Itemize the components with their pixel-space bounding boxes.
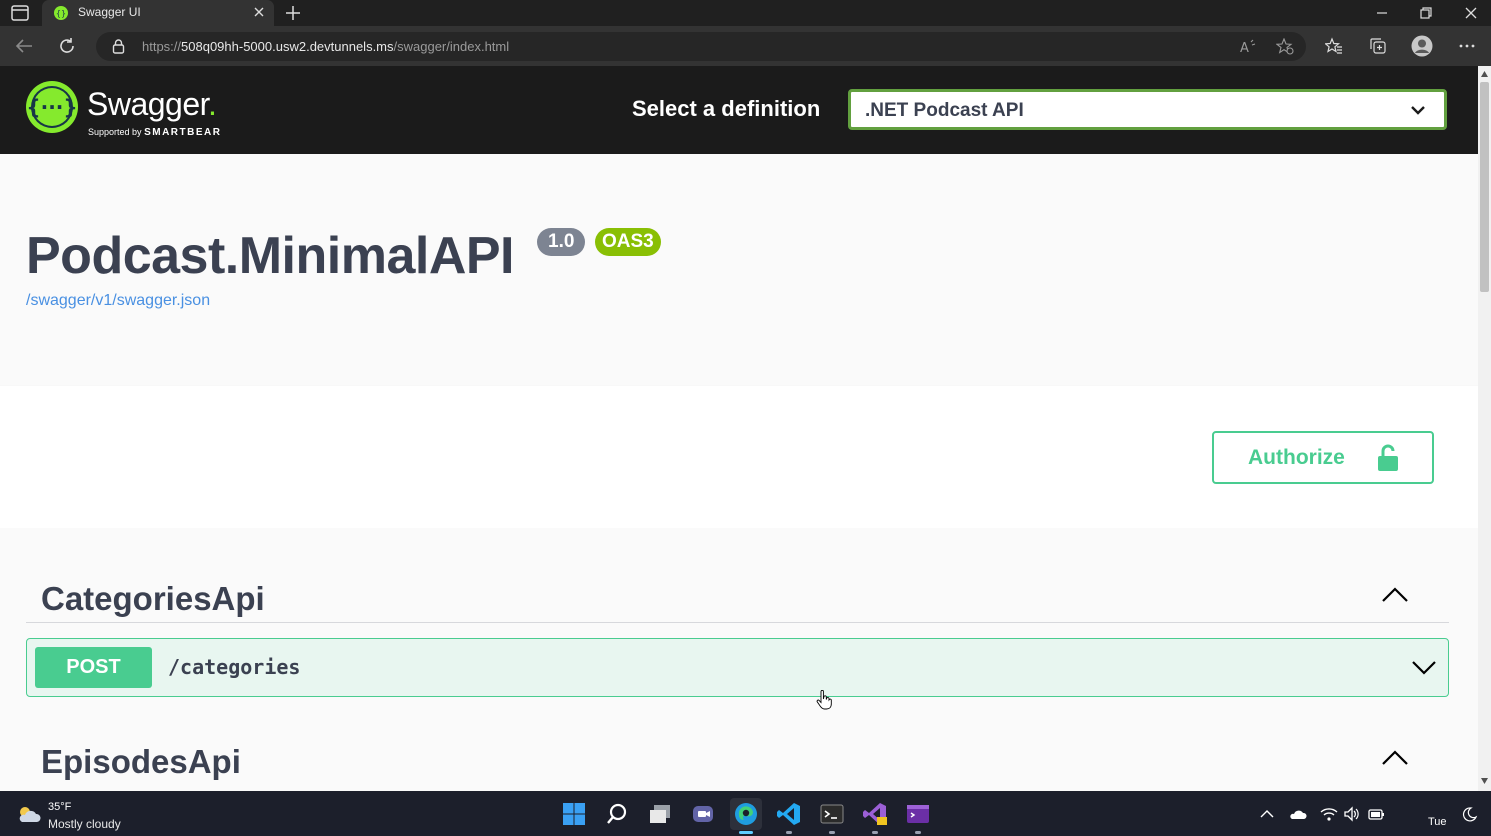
collections-icon[interactable] [1369,37,1387,55]
oas-badge: OAS3 [595,228,661,256]
svg-text:{···}: {···} [26,95,77,119]
hand-cursor-icon [816,690,832,710]
terminal-icon[interactable] [818,800,846,828]
swagger-topbar: {···} Swagger. Supported by SMARTBEAR Se… [0,66,1478,154]
read-aloud-icon[interactable]: A [1239,38,1257,55]
onedrive-cloud-icon[interactable] [1289,806,1307,822]
definition-select[interactable]: .NET Podcast API [848,89,1447,130]
app-running-indicator [872,831,878,834]
tab-title: Swagger UI [78,5,141,19]
unlocked-icon [1378,444,1398,471]
windows-taskbar: 35°F Mostly cloudy Tue [0,791,1491,836]
app-running-indicator [829,831,835,834]
chevron-up-icon[interactable] [1381,749,1409,767]
reload-icon[interactable] [58,37,76,55]
taskbar-clock-day[interactable]: Tue [1428,816,1447,828]
tab-actions-icon[interactable] [10,4,30,22]
page-scrollbar[interactable] [1478,66,1491,791]
back-arrow-icon[interactable] [14,37,34,55]
authorize-label: Authorize [1248,446,1345,469]
wifi-icon[interactable] [1320,806,1338,822]
edge-icon [735,803,757,825]
tag-section-episodes[interactable]: EpisodesApi [26,731,1449,786]
chevron-up-icon[interactable] [1381,586,1409,604]
search-icon[interactable] [603,800,631,828]
favorites-icon[interactable] [1325,37,1343,55]
focus-moon-icon[interactable] [1460,806,1478,822]
method-badge: POST [35,647,152,688]
operations-section: CategoriesApi POST /categories EpisodesA… [0,528,1478,791]
battery-icon[interactable] [1367,806,1385,822]
tag-name: EpisodesApi [41,743,241,780]
profile-avatar-icon[interactable] [1411,35,1433,57]
tab-close-icon[interactable] [252,5,266,19]
scrollbar-thumb[interactable] [1480,82,1489,292]
supported-by-smartbear: Supported by SMARTBEAR [88,127,222,138]
tag-name: CategoriesApi [41,580,265,617]
version-badge: 1.0 [537,228,586,256]
tag-section-categories[interactable]: CategoriesApi [26,568,1449,623]
restore-icon[interactable] [1417,4,1435,22]
swagger-logo-icon[interactable]: {···} [26,81,78,133]
address-bar[interactable]: https://508q09hh-5000.usw2.devtunnels.ms… [96,32,1306,61]
edge-taskbar-button[interactable] [730,798,762,830]
more-menu-icon[interactable] [1458,37,1476,55]
definition-select-value: .NET Podcast API [865,100,1024,121]
select-definition-label: Select a definition [632,96,821,121]
add-favorite-icon[interactable] [1276,38,1294,55]
active-app-indicator [739,831,753,834]
browser-toolbar: https://508q09hh-5000.usw2.devtunnels.ms… [0,26,1491,66]
svg-text:A: A [1240,41,1249,55]
scroll-down-icon[interactable] [1481,778,1488,784]
scheme-container: Authorize [0,386,1478,528]
svg-text:{}: {} [56,9,66,18]
window-close-icon[interactable] [1462,4,1480,22]
weather-condition: Mostly cloudy [48,817,121,831]
chevron-down-icon [1411,106,1425,115]
minimize-icon[interactable] [1373,4,1391,22]
spec-json-link[interactable]: /swagger/v1/swagger.json [26,292,210,310]
lock-icon[interactable] [112,39,125,54]
scroll-up-icon[interactable] [1481,71,1488,77]
volume-icon[interactable] [1343,806,1361,822]
browser-tab-bar: {} Swagger UI [0,0,1491,26]
devtools-console-icon[interactable] [904,800,932,828]
weather-temperature: 35°F [48,801,72,813]
swagger-favicon-icon: {} [54,6,68,20]
page-viewport: {···} Swagger. Supported by SMARTBEAR Se… [0,66,1478,791]
app-running-indicator [786,831,792,834]
task-view-icon[interactable] [646,800,674,828]
authorize-button[interactable]: Authorize [1212,431,1434,484]
show-hidden-icons-chevron-icon[interactable] [1258,806,1276,822]
swagger-brand: Swagger. [87,86,217,122]
url-text[interactable]: https://508q09hh-5000.usw2.devtunnels.ms… [142,39,509,54]
browser-tab[interactable]: {} Swagger UI [42,0,274,26]
teams-chat-icon[interactable] [689,800,717,828]
new-tab-icon[interactable] [284,4,302,22]
chevron-down-icon[interactable] [1411,659,1437,676]
operation-post-categories[interactable]: POST /categories [26,638,1449,697]
api-info: Podcast.MinimalAPI 1.0 OAS3 /swagger/v1/… [0,154,1478,386]
app-running-indicator [915,831,921,834]
cloudy-weather-icon[interactable] [16,805,42,823]
api-title: Podcast.MinimalAPI [26,227,515,285]
vscode-icon[interactable] [775,800,803,828]
windows-start-icon[interactable] [560,800,588,828]
operation-path: /categories [168,655,301,679]
visual-studio-icon[interactable] [861,800,889,828]
